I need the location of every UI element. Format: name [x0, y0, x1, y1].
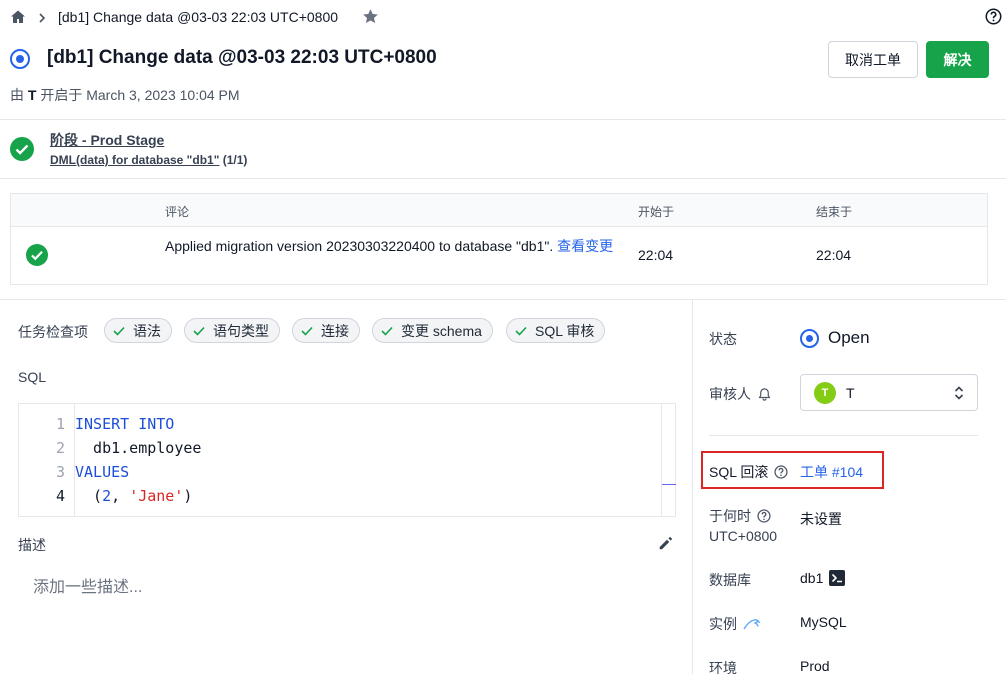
chip-label: 连接 — [321, 322, 349, 339]
chevron-updown-icon — [954, 386, 964, 400]
divider — [0, 119, 1006, 120]
reviewer-label: 审核人 — [709, 384, 772, 404]
opened-user: T — [27, 87, 37, 103]
code-line: VALUES — [75, 463, 129, 481]
chip-label: SQL 审核 — [535, 322, 595, 339]
breadcrumb-title: [db1] Change data @03-03 22:03 UTC+0800 — [58, 9, 339, 25]
code-keyword: VALUES — [75, 463, 130, 481]
star-icon[interactable] — [362, 8, 379, 28]
cancel-issue-button[interactable]: 取消工单 — [828, 41, 918, 78]
chip-label: 语法 — [133, 322, 161, 339]
rollback-label-text: SQL 回滚 — [709, 464, 769, 480]
scrollbar-marker — [662, 484, 676, 485]
column-header-comment: 评论 — [165, 205, 190, 219]
edit-icon[interactable] — [657, 534, 675, 555]
chip-label: 变更 schema — [401, 322, 482, 339]
description-input[interactable]: 添加一些描述... — [33, 573, 142, 597]
home-icon[interactable] — [10, 9, 26, 28]
avatar: T — [814, 381, 836, 404]
check-chip-statement-type[interactable]: 语句类型 — [184, 318, 280, 343]
open-status-icon — [800, 328, 819, 348]
issue-opened-by: 由 T 开启于 March 3, 2023 10:04 PM — [10, 85, 240, 105]
check-icon — [113, 326, 125, 336]
check-chip-sql-review[interactable]: SQL 审核 — [506, 318, 606, 343]
divider — [0, 299, 1006, 300]
sql-editor[interactable]: 1 INSERT INTO 2 db1.employee 3 VALUES 4 … — [18, 403, 676, 517]
help-icon[interactable] — [985, 8, 1002, 28]
column-header-ended: 结束于 — [816, 205, 853, 219]
description-label: 描述 — [18, 537, 46, 553]
run-time-label: 于何时 UTC+0800 — [709, 506, 777, 546]
when-label-text: 于何时 — [709, 508, 751, 524]
instance-label: 实例 — [709, 614, 761, 634]
stage-task[interactable]: DML(data) for database "db1" (1/1) — [50, 153, 247, 167]
instance-label-text: 实例 — [709, 616, 737, 632]
run-started-time: 22:04 — [638, 247, 674, 263]
opened-suffix: 开启于 March 3, 2023 10:04 PM — [40, 87, 240, 103]
mysql-icon — [743, 619, 761, 630]
status-text: Open — [828, 328, 870, 347]
table-header: 评论 开始于 结束于 — [11, 194, 987, 227]
instance-value[interactable]: MySQL — [800, 614, 847, 630]
check-icon — [515, 326, 527, 336]
help-icon[interactable] — [774, 465, 788, 479]
run-ended-time: 22:04 — [816, 247, 852, 263]
status-value: Open — [800, 328, 870, 348]
divider — [0, 178, 1006, 179]
reviewer-name: T — [846, 384, 855, 401]
sidebar-divider — [692, 300, 693, 674]
run-time-value[interactable]: 未设置 — [800, 509, 842, 529]
divider — [709, 435, 978, 436]
reviewer-select[interactable]: T T — [800, 374, 978, 411]
check-chip-schema[interactable]: 变更 schema — [372, 318, 493, 343]
run-comment-text: Applied migration version 20230303220400… — [165, 238, 554, 254]
database-name[interactable]: db1 — [800, 570, 823, 586]
timezone-text: UTC+0800 — [709, 528, 778, 544]
database-label: 数据库 — [709, 572, 751, 588]
environment-label: 环境 — [709, 660, 737, 674]
breadcrumb: [db1] Change data @03-03 22:03 UTC+0800 — [0, 0, 1006, 34]
status-label: 状态 — [709, 331, 737, 347]
check-circle-icon — [10, 137, 34, 164]
task-run-table: 评论 开始于 结束于 Applied migration version 202… — [10, 193, 988, 285]
rollback-issue-link[interactable]: 工单 #104 — [800, 462, 863, 482]
issue-status-icon — [10, 49, 30, 69]
line-number: 4 — [55, 487, 65, 505]
table-row-comment: Applied migration version 20230303220400… — [165, 236, 625, 256]
check-chip-connection[interactable]: 连接 — [292, 318, 360, 343]
line-number: 1 — [55, 415, 65, 433]
environment-value[interactable]: Prod — [800, 658, 830, 674]
code-keyword: INSERT INTO — [75, 415, 175, 433]
task-checks-label: 任务检查项 — [18, 324, 88, 340]
line-number: 2 — [55, 439, 65, 457]
chevron-right-icon — [37, 11, 47, 27]
check-circle-icon — [26, 244, 48, 269]
help-icon[interactable] — [757, 509, 771, 523]
stage-name[interactable]: 阶段 - Prod Stage — [50, 130, 164, 150]
sql-label: SQL — [18, 369, 47, 385]
check-icon — [381, 326, 393, 336]
issue-title[interactable]: [db1] Change data @03-03 22:03 UTC+0800 — [47, 47, 437, 69]
resolve-button[interactable]: 解决 — [926, 41, 989, 78]
reviewer-label-text: 审核人 — [709, 386, 751, 402]
database-value: db1 — [800, 570, 846, 586]
opened-prefix: 由 — [10, 87, 24, 103]
stage-task-count: (1/1) — [222, 153, 248, 167]
terminal-icon[interactable] — [829, 570, 846, 586]
line-number: 3 — [55, 463, 65, 481]
editor-scrollbar[interactable] — [661, 404, 662, 516]
check-chip-syntax[interactable]: 语法 — [104, 318, 172, 343]
check-icon — [193, 326, 205, 336]
code-line: (2, 'Jane') — [75, 487, 193, 505]
sql-rollback-label: SQL 回滚 — [709, 462, 788, 482]
code-line: INSERT INTO — [75, 415, 174, 433]
check-icon — [301, 326, 313, 336]
column-header-started: 开始于 — [638, 205, 675, 219]
view-change-link[interactable]: 查看变更 — [557, 238, 613, 254]
stage-task-link[interactable]: DML(data) for database "db1" — [50, 153, 219, 167]
chip-label: 语句类型 — [213, 322, 269, 339]
code-line: db1.employee — [75, 439, 202, 457]
bell-icon[interactable] — [757, 387, 772, 402]
